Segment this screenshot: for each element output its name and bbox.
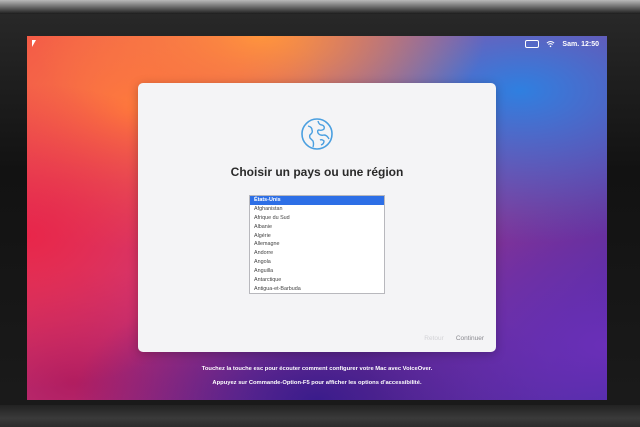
accessibility-hint: Appuyez sur Commande-Option-F5 pour affi… [212, 380, 422, 386]
country-item[interactable]: Afghanistan [250, 205, 384, 214]
globe-icon [301, 118, 333, 150]
setup-assistant-panel: Choisir un pays ou une région États-Unis… [138, 83, 496, 352]
country-item[interactable]: Antigua-et-Barbuda [250, 285, 384, 293]
country-item[interactable]: Allemagne [250, 240, 384, 249]
country-item-selected[interactable]: États-Unis [250, 196, 384, 205]
country-item[interactable]: Angola [250, 258, 384, 267]
back-button[interactable]: Retour [424, 335, 444, 342]
country-item[interactable]: Afrique du Sud [250, 214, 384, 223]
bezel-bottom-edge [0, 405, 640, 427]
country-item[interactable]: Andorre [250, 249, 384, 258]
menu-bar-clock[interactable]: Sam. 12:50 [562, 41, 599, 48]
country-item[interactable]: Anguilla [250, 267, 384, 276]
screen: Sam. 12:50 Choisir un pays ou une région… [27, 36, 607, 400]
country-item[interactable]: Antarctique [250, 276, 384, 285]
cursor-icon [32, 40, 36, 47]
menu-bar: Sam. 12:50 [27, 36, 607, 51]
wifi-icon[interactable] [546, 40, 555, 48]
battery-icon[interactable] [525, 40, 540, 48]
continue-button[interactable]: Continuer [456, 335, 484, 342]
menu-bar-status: Sam. 12:50 [525, 39, 599, 49]
voiceover-hint: Touchez la touche esc pour écouter comme… [201, 366, 433, 372]
country-item[interactable]: Albanie [250, 223, 384, 232]
bezel-top-edge [0, 0, 640, 14]
page-title: Choisir un pays ou une région [230, 165, 404, 179]
footer-buttons: Retour Continuer [424, 335, 484, 342]
country-item[interactable]: Algérie [250, 232, 384, 241]
country-list[interactable]: États-Unis Afghanistan Afrique du Sud Al… [249, 195, 385, 294]
